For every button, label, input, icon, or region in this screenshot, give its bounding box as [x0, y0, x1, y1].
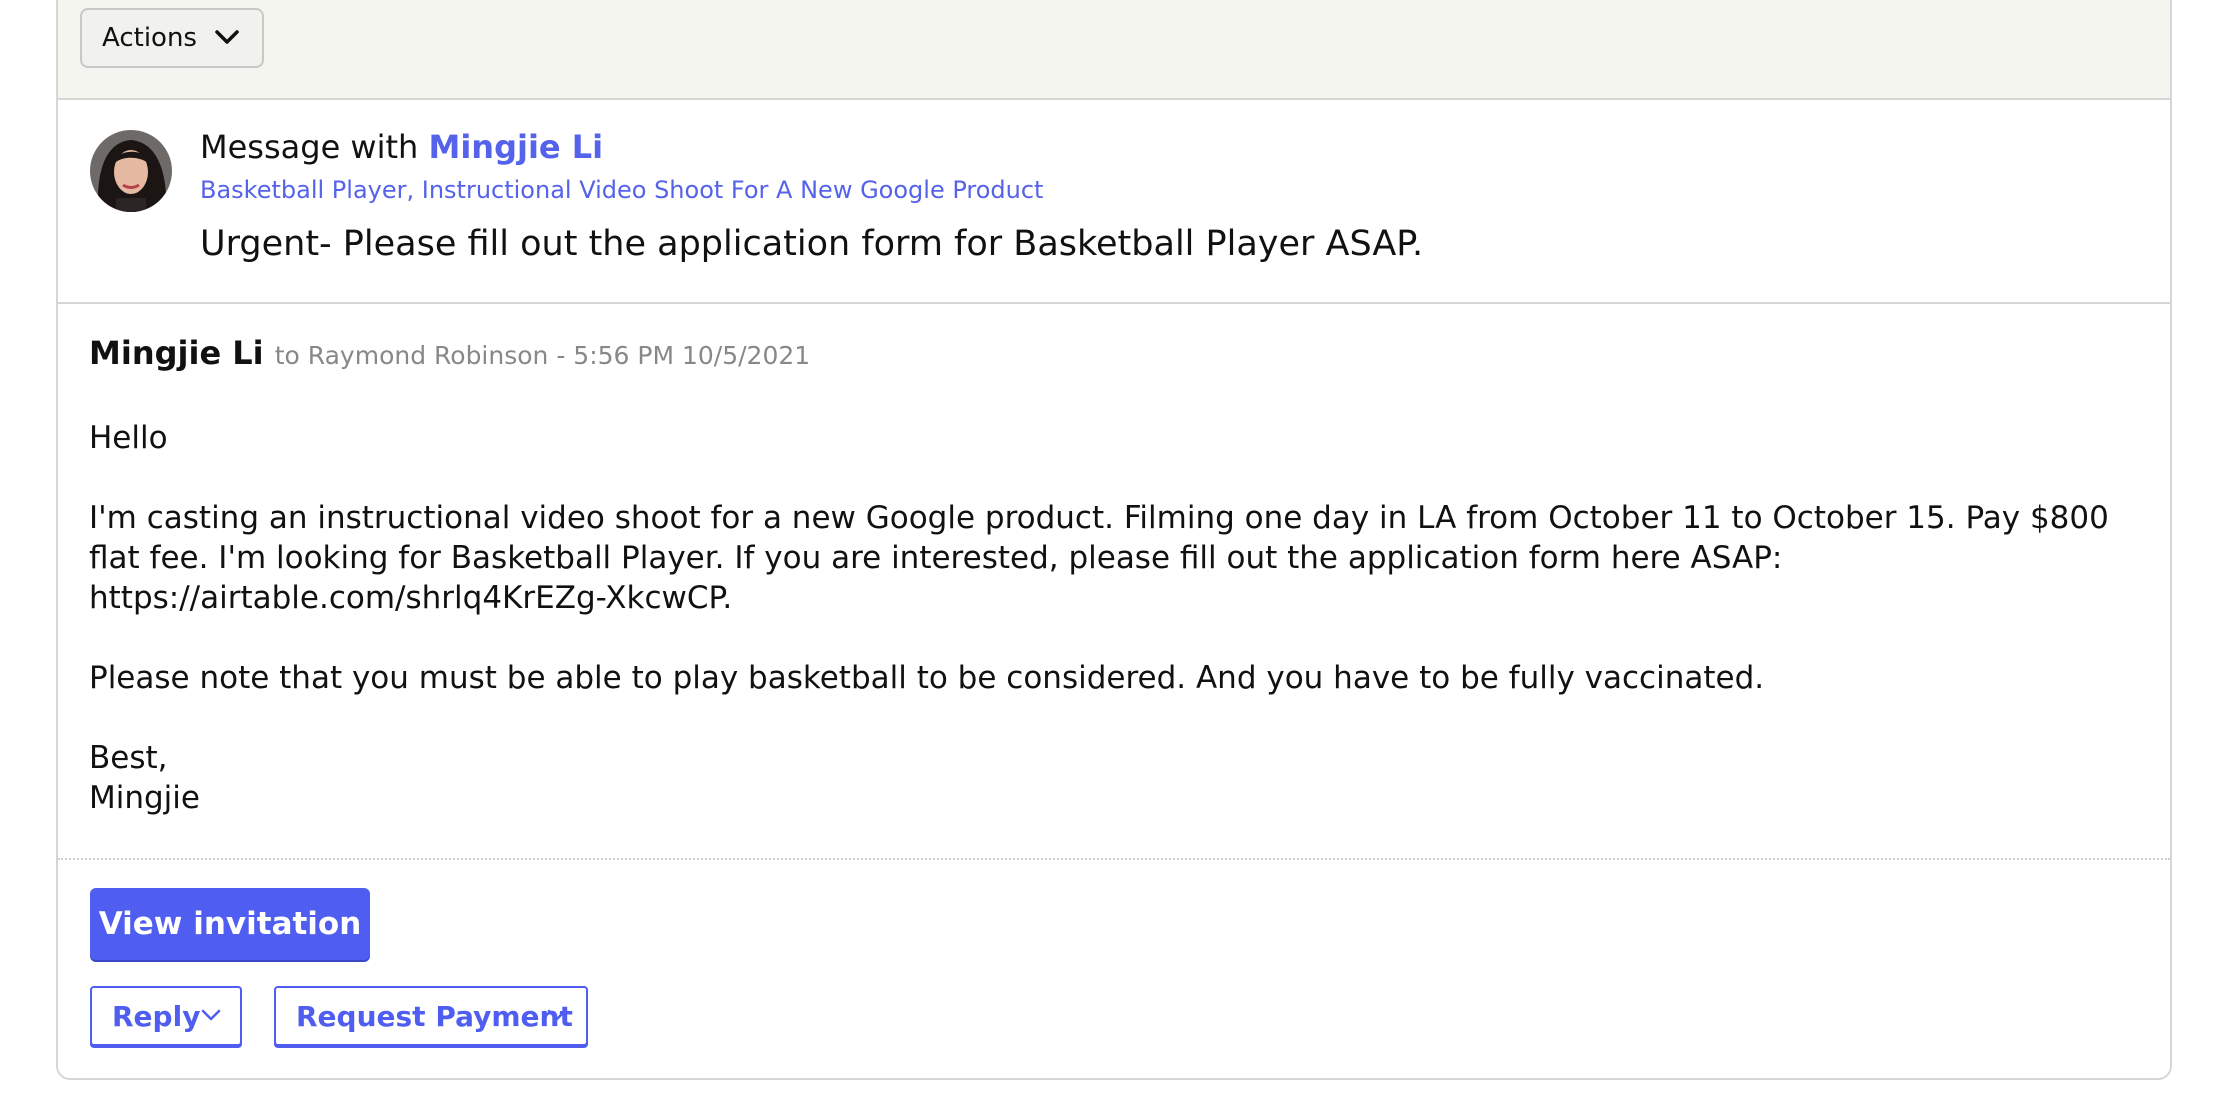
greeting: Hello [89, 420, 168, 456]
paragraph-2: Please note that you must be able to pla… [89, 660, 1765, 696]
message-text: Hello I'm casting an instructional video… [89, 418, 2149, 818]
chevron-down-icon [215, 30, 239, 44]
contact-name-link[interactable]: Mingjie Li [428, 128, 603, 166]
message-title: Message with Mingjie Li [200, 128, 603, 166]
project-link[interactable]: Basketball Player, Instructional Video S… [200, 176, 1043, 204]
message-subject: Urgent- Please fill out the application … [200, 224, 1424, 264]
sender-name: Mingjie Li [89, 334, 264, 372]
chevron-down-icon [201, 1009, 221, 1021]
chevron-down-icon [547, 1009, 567, 1021]
reply-button[interactable]: Reply [90, 986, 242, 1046]
toolbar: Actions [58, 0, 2170, 100]
sender-line: Mingjie Li to Raymond Robinson - 5:56 PM… [89, 334, 810, 372]
avatar[interactable] [90, 130, 172, 212]
request-payment-label: Request Payment [296, 999, 573, 1033]
message-panel: Actions Message with Mingjie Li Basketba… [56, 0, 2172, 1080]
avatar-image [90, 130, 172, 212]
signoff: Best, [89, 740, 168, 776]
title-prefix: Message with [200, 128, 419, 166]
paragraph-1: I'm casting an instructional video shoot… [89, 500, 2109, 616]
message-header: Message with Mingjie Li Basketball Playe… [58, 100, 2170, 304]
reply-label: Reply [112, 999, 201, 1033]
message-body: Mingjie Li to Raymond Robinson - 5:56 PM… [58, 304, 2170, 860]
view-invitation-button[interactable]: View invitation [90, 888, 370, 960]
actions-dropdown-button[interactable]: Actions [80, 8, 264, 68]
sender-meta: to Raymond Robinson - 5:56 PM 10/5/2021 [274, 341, 811, 370]
actions-label: Actions [102, 23, 197, 53]
signature: Mingjie [89, 780, 200, 816]
request-payment-button[interactable]: Request Payment [274, 986, 588, 1046]
